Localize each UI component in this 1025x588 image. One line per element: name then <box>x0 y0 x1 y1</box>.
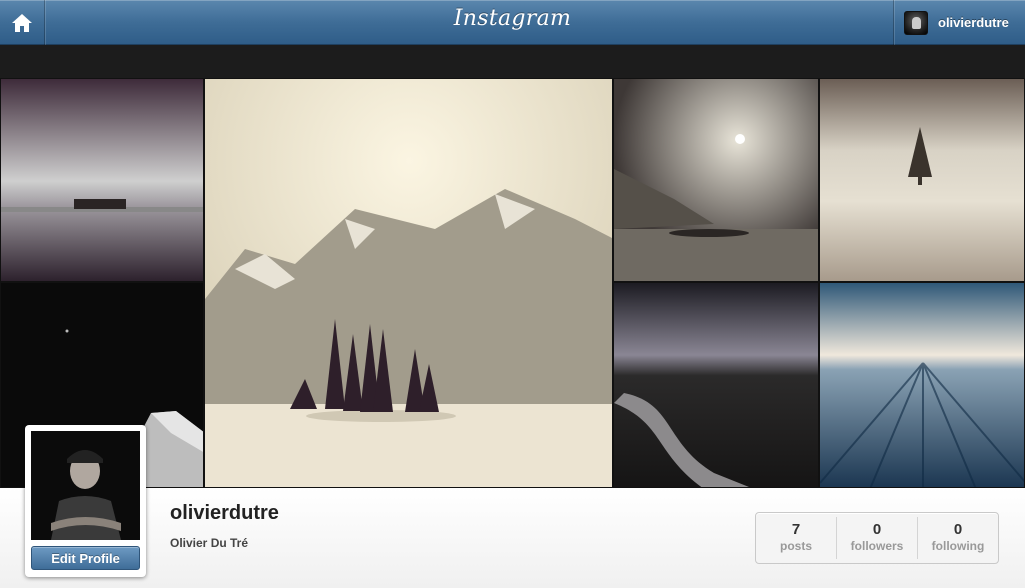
top-navigation-bar: Instagram olivierdutre <box>0 0 1025 45</box>
photo-image <box>614 79 818 281</box>
profile-avatar[interactable] <box>31 431 140 540</box>
profile-full-name: Olivier Du Tré <box>170 536 249 550</box>
user-avatar <box>904 10 928 35</box>
stat-label: followers <box>850 539 904 553</box>
stat-count: 7 <box>791 521 801 538</box>
stat-following[interactable]: 0 following <box>917 517 998 559</box>
profile-photo-image <box>31 431 140 540</box>
stat-posts[interactable]: 7 posts <box>756 517 836 559</box>
edit-profile-button[interactable]: Edit Profile <box>31 546 140 570</box>
photo-image <box>614 283 818 487</box>
photo-tile[interactable] <box>819 78 1025 282</box>
stat-followers[interactable]: 0 followers <box>836 517 917 559</box>
photo-tile[interactable] <box>613 282 819 488</box>
photo-tile[interactable] <box>0 78 204 282</box>
photo-tile[interactable] <box>613 78 819 282</box>
profile-username: olivierdutre <box>170 502 279 524</box>
stat-count: 0 <box>953 521 963 538</box>
user-menu-button[interactable]: olivierdutre <box>893 0 1025 45</box>
profile-avatar-card: Edit Profile <box>25 425 146 577</box>
photo-grid <box>0 78 1025 488</box>
photo-tile[interactable] <box>819 282 1025 488</box>
photo-image <box>1 79 203 281</box>
photo-image <box>205 79 612 487</box>
header-username: olivierdutre <box>938 15 1009 30</box>
instagram-logo[interactable]: Instagram <box>0 6 1025 31</box>
photo-image <box>820 79 1024 281</box>
photo-tile[interactable] <box>204 78 613 488</box>
stat-count: 0 <box>872 521 882 538</box>
stat-label: following <box>931 539 985 553</box>
profile-stats: 7 posts 0 followers 0 following <box>755 512 999 564</box>
stat-label: posts <box>779 539 812 553</box>
photo-image <box>820 283 1024 487</box>
